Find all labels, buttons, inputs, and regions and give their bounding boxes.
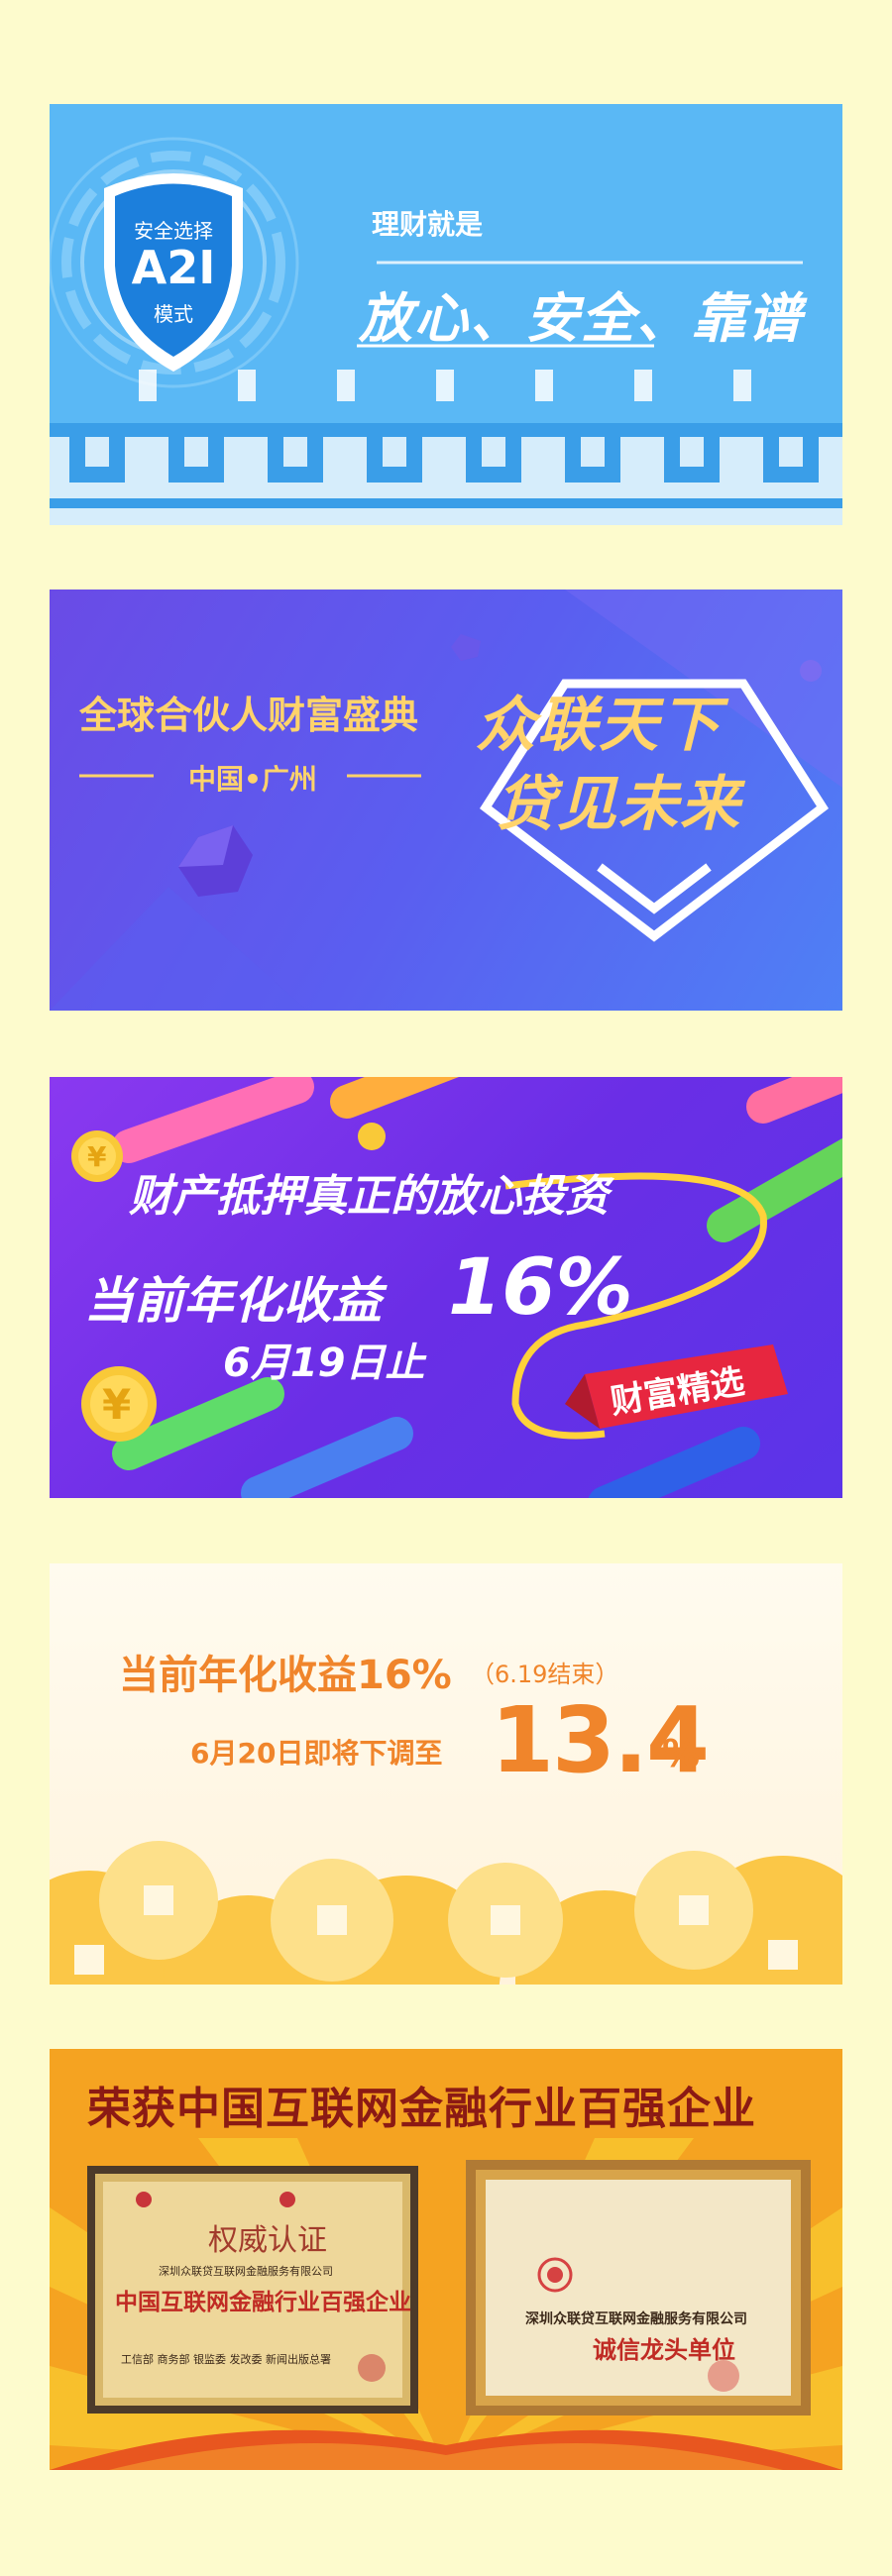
banner-2-title: 全球合伙人财富盛典 [79,694,419,737]
cert-1-footer: 工信部 商务部 银监委 发改委 新闻出版总署 [121,2353,331,2366]
cert-1-company: 深圳众联贷互联网金融服务有限公司 [159,2265,333,2278]
banner-2-subtitle: 中国•广州 [188,763,317,796]
cert-2-main: 诚信龙头单位 [593,2336,735,2364]
cert-1-main: 中国互联网金融行业百强企业 [115,2290,411,2315]
banner-2-headline-line1: 众联天下 [476,691,722,760]
banner-2-headline-line2: 贷见未来 [496,770,741,839]
banner-4-rate-unit: % [662,1732,701,1775]
banner-1-tagline: 理财就是 [372,208,484,241]
cert-1-header: 权威认证 [208,2223,327,2258]
banner-3-deadline: 6月19日止 [223,1341,425,1386]
banner-a2i-safe-choice[interactable]: 安全选择 A2I 模式 理财就是 放心、安全、靠谱 [50,104,842,525]
cert-2-company: 深圳众联贷互联网金融服务有限公司 [525,2311,747,2327]
banner-4-line1-note: （6.19结束） [471,1661,619,1688]
banner-3-rate: 16% [448,1243,633,1333]
banner-5-title: 荣获中国互联网金融行业百强企业 [87,2084,756,2134]
banner-rate-adjustment[interactable]: 当前年化收益16% （6.19结束） 6月20日即将下调至 13.4 % [50,1563,842,1985]
banner-1-headline: 放心、安全、靠谱 [359,287,803,350]
banner-3-line1: 财产抵押真正的放心投资 [129,1171,609,1222]
shield-text-mode: 模式 [154,302,193,326]
coin-symbol-small: ¥ [87,1140,107,1173]
coin-symbol-large: ¥ [102,1380,132,1429]
banner-4-line2: 6月20日即将下调至 [190,1737,443,1770]
banner-3-line2-prefix: 当前年化收益 [84,1272,382,1330]
shield-text-safe-choice: 安全选择 [134,219,213,243]
banner-top-100-award[interactable]: 荣获中国互联网金融行业百强企业 权威认证 深圳众联贷互联网金融服务有限公司 中国… [50,2049,842,2470]
shield-text-a2i: A2I [131,241,216,294]
banner-partner-gala[interactable]: 全球合伙人财富盛典 中国•广州 众联天下 贷见未来 [50,590,842,1011]
banner-4-background [50,1841,842,1985]
banner-investment-rate-16[interactable]: ¥ ¥ 财产抵押真正的放心投资 当前年化收益 16% 6月19日止 财富精选 [50,1077,842,1498]
banner-4-line1: 当前年化收益16% [119,1653,452,1698]
